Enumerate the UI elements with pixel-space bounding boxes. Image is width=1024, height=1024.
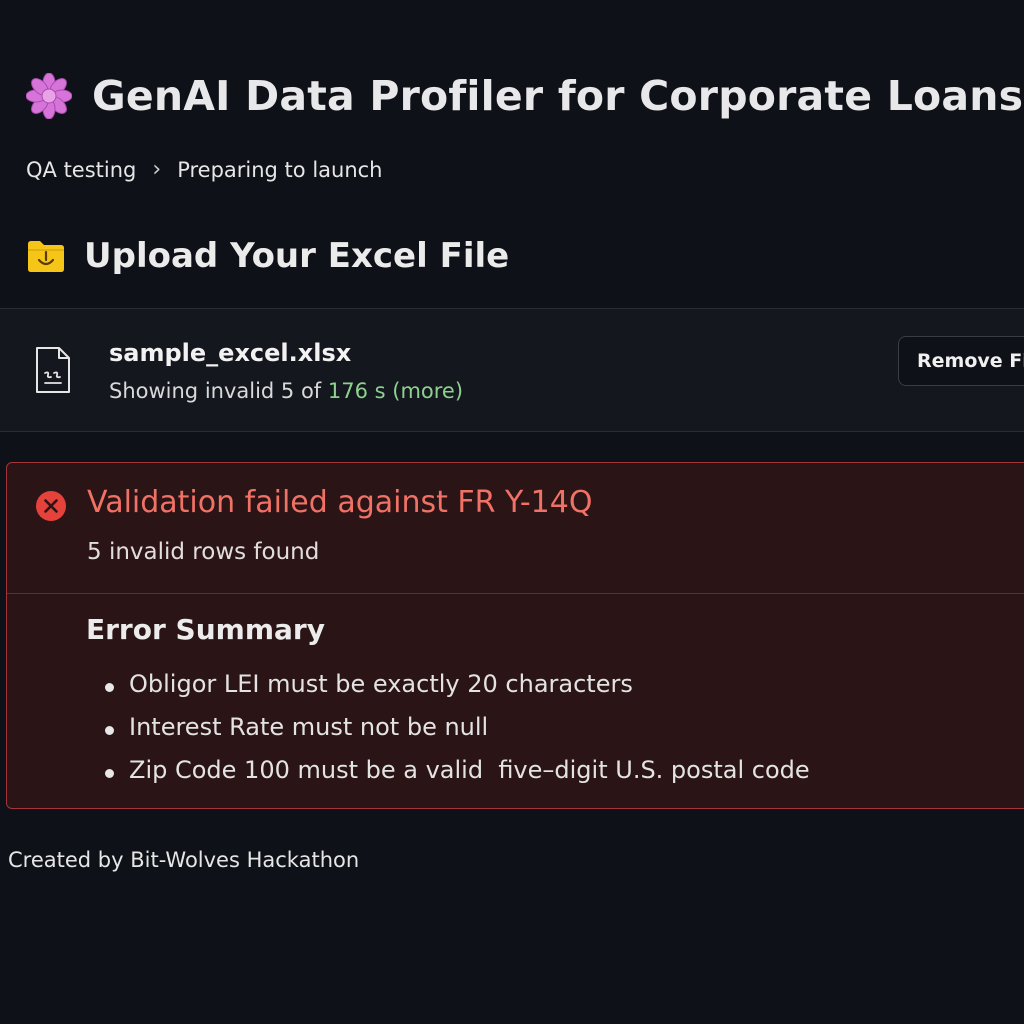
upload-heading: Upload Your Excel File: [84, 236, 510, 276]
error-item-text: Obligor LEI must be exactly 20 character…: [129, 670, 633, 698]
bullet-icon: [105, 683, 114, 692]
show-more-link[interactable]: 176 s (more): [328, 379, 463, 403]
error-circle-x-icon: [36, 491, 66, 521]
error-item-text: Interest Rate must not be null: [129, 713, 489, 741]
error-item: Obligor LEI must be exactly 20 character…: [83, 670, 810, 713]
error-item-text: Zip Code 100 must be a valid five–digit …: [129, 756, 810, 784]
app-page: GenAI Data Profiler for Corporate Loans …: [0, 0, 1024, 1024]
breadcrumb-item-preparing[interactable]: Preparing to launch: [177, 158, 382, 182]
upload-section-header: Upload Your Excel File: [26, 236, 509, 276]
bullet-icon: [105, 726, 114, 735]
divider: [7, 593, 1024, 594]
bullet-icon: [105, 769, 114, 778]
error-item: Interest Rate must not be null: [83, 713, 810, 756]
folder-icon: [28, 241, 64, 272]
file-icon: [36, 347, 70, 393]
error-list: Obligor LEI must be exactly 20 character…: [83, 670, 810, 799]
file-status: Showing invalid 5 of 176 s (more): [109, 379, 463, 403]
remove-file-button[interactable]: Remove File: [898, 336, 1024, 386]
footer-credit: Created by Bit-Wolves Hackathon: [8, 848, 360, 872]
validation-title: Validation failed against FR Y-14Q: [87, 485, 593, 520]
file-name: sample_excel.xlsx: [109, 339, 352, 367]
chevron-right-icon: ›: [152, 157, 162, 182]
invalid-rows-count: 5 invalid rows found: [87, 539, 320, 565]
validation-error-alert: Validation failed against FR Y-14Q 5 inv…: [6, 462, 1024, 809]
file-status-text: Showing invalid 5 of: [109, 379, 328, 403]
uploaded-file-panel: sample_excel.xlsx Showing invalid 5 of 1…: [0, 308, 1024, 432]
page-title: GenAI Data Profiler for Corporate Loans: [92, 72, 1024, 120]
error-summary-heading: Error Summary: [86, 613, 325, 646]
error-item: Zip Code 100 must be a valid five–digit …: [83, 756, 810, 799]
breadcrumb-item-qa-testing[interactable]: QA testing: [26, 158, 136, 182]
breadcrumb: QA testing › Preparing to launch: [26, 157, 383, 182]
page-header: GenAI Data Profiler for Corporate Loans: [26, 72, 1023, 120]
flower-icon: [26, 73, 72, 119]
